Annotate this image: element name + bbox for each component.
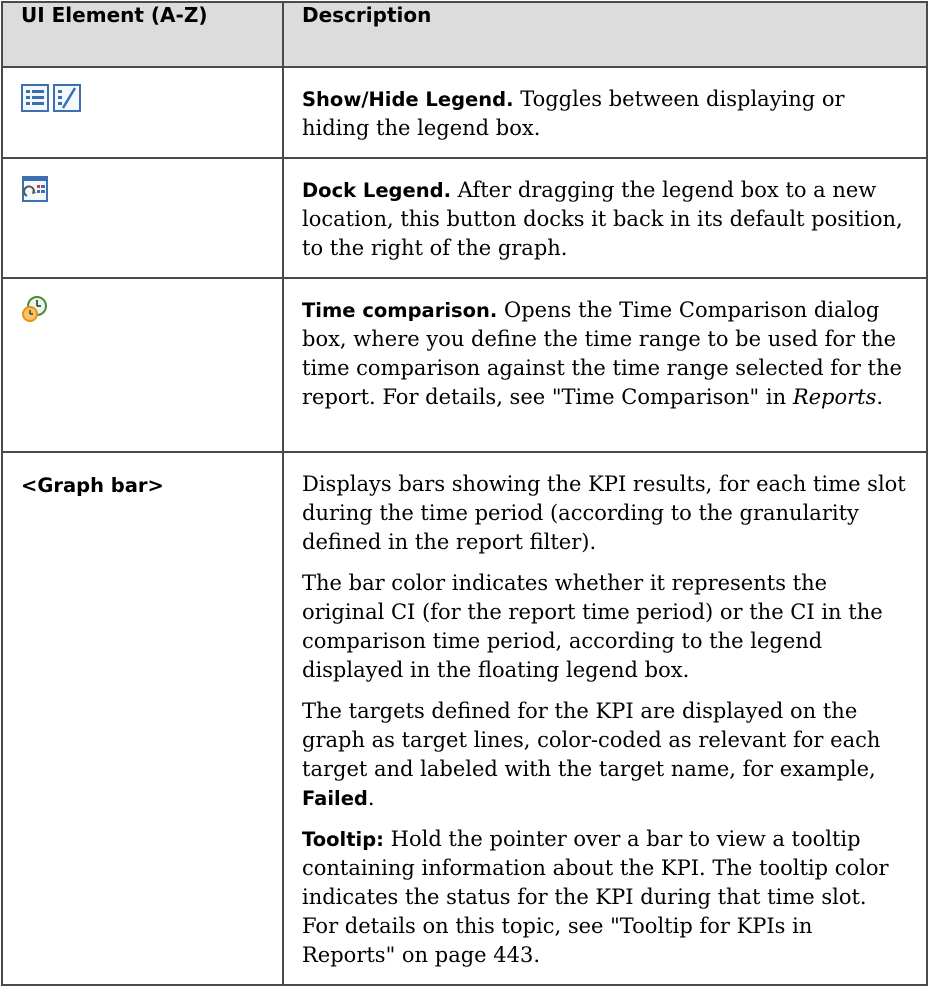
table-row: Time comparison. Opens the Time Comparis… — [1, 277, 928, 453]
element-cell — [1, 277, 284, 453]
description-cell: Dock Legend. After dragging the legend b… — [282, 157, 928, 279]
table-row: Dock Legend. After dragging the legend b… — [1, 157, 928, 279]
graph-bar-label: <Graph bar> — [21, 474, 164, 497]
paragraph-text: The targets defined for the KPI are disp… — [302, 699, 881, 781]
tooltip-label: Tooltip: — [302, 828, 384, 851]
paragraph: The targets defined for the KPI are disp… — [302, 697, 908, 813]
reference-link[interactable]: Reports — [793, 385, 877, 409]
table-row: <Graph bar> Displays bars showing the KP… — [1, 451, 928, 986]
row-text-end: . — [876, 385, 884, 409]
ui-elements-table: UI Element (A-Z) Description Show/Hide L… — [1, 1, 928, 986]
paragraph-end: . — [367, 786, 375, 810]
header-ui-element: UI Element (A-Z) — [1, 1, 284, 68]
paragraph: Tooltip: Hold the pointer over a bar to … — [302, 825, 908, 970]
description-cell: Time comparison. Opens the Time Comparis… — [282, 277, 928, 453]
element-cell: <Graph bar> — [1, 451, 284, 986]
dock-legend-icon[interactable] — [21, 175, 49, 203]
legend-show-icon[interactable] — [21, 84, 49, 112]
example-target-name: Failed — [302, 787, 368, 810]
row-title: Dock Legend. — [302, 179, 451, 202]
table-header-row: UI Element (A-Z) Description — [1, 1, 928, 68]
header-description: Description — [282, 1, 928, 68]
paragraph: Displays bars showing the KPI results, f… — [302, 472, 906, 554]
row-title: Time comparison. — [302, 299, 498, 322]
description-cell: Show/Hide Legend. Toggles between displa… — [282, 66, 928, 159]
table-row: Show/Hide Legend. Toggles between displa… — [1, 66, 928, 159]
legend-hide-icon[interactable] — [53, 84, 81, 112]
row-title: Show/Hide Legend. — [302, 88, 514, 111]
paragraph-text: Hold the pointer over a bar to view a to… — [302, 827, 889, 967]
description-cell: Displays bars showing the KPI results, f… — [282, 451, 928, 986]
element-cell — [1, 157, 284, 279]
element-cell — [1, 66, 284, 159]
time-comparison-icon[interactable] — [21, 295, 49, 323]
paragraph: The bar color indicates whether it repre… — [302, 571, 883, 682]
